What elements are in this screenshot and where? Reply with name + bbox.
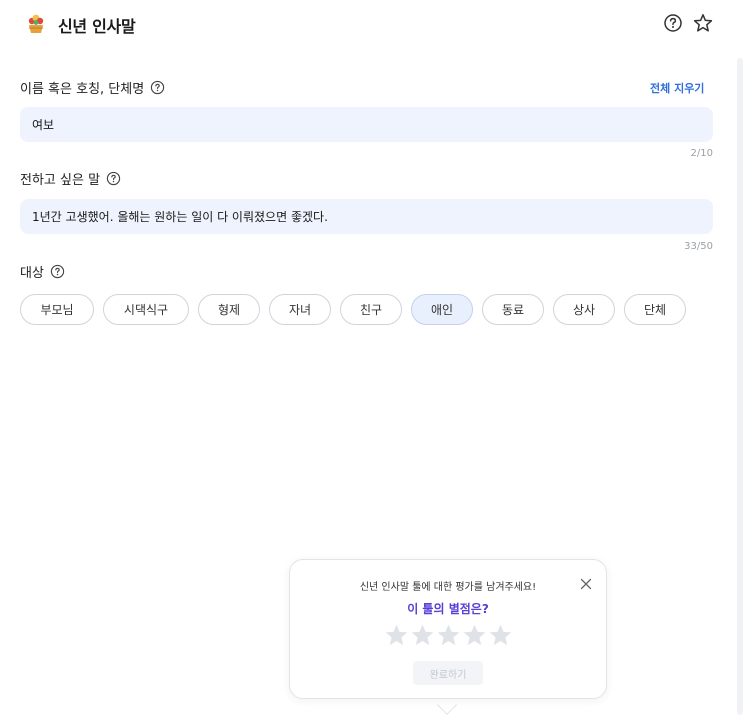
star-rating <box>384 623 513 648</box>
target-chip[interactable]: 친구 <box>340 294 402 325</box>
target-field-label-text: 대상 <box>20 266 44 281</box>
help-circle-icon[interactable] <box>150 80 165 95</box>
message-input[interactable]: 1년간 고생했어. 올해는 원하는 일이 다 이뤄졌으면 좋겠다. <box>20 199 713 234</box>
name-char-counter: 2/10 <box>690 148 713 159</box>
rating-popup-message: 신년 인사말 툴에 대한 평가를 남겨주세요! <box>359 582 537 593</box>
star-icon[interactable] <box>462 623 487 648</box>
rating-submit-button[interactable]: 완료하기 <box>413 661 483 685</box>
target-chip[interactable]: 단체 <box>624 294 686 325</box>
name-field-label-text: 이름 혹은 호칭, 단체명 <box>20 82 145 97</box>
target-field-label: 대상 <box>20 262 65 281</box>
rating-popup: 신년 인사말 툴에 대한 평가를 남겨주세요! 이 툴의 별점은? 완료하기 <box>289 559 607 699</box>
target-chip-group: 부모님 시댁식구 형제 자녀 친구 애인 동료 상사 단체 <box>20 294 686 325</box>
app-header: 신년 인사말 <box>0 0 743 48</box>
star-icon[interactable] <box>410 623 435 648</box>
target-chip[interactable]: 부모님 <box>20 294 94 325</box>
target-chip[interactable]: 형제 <box>198 294 260 325</box>
close-icon[interactable] <box>580 578 592 590</box>
star-outline-icon[interactable] <box>693 13 713 33</box>
clear-all-button[interactable]: 전체 지우기 <box>650 80 704 96</box>
target-chip[interactable]: 상사 <box>553 294 615 325</box>
star-icon[interactable] <box>436 623 461 648</box>
target-chip[interactable]: 시댁식구 <box>103 294 189 325</box>
message-char-counter: 33/50 <box>684 241 713 252</box>
scrollbar[interactable] <box>737 58 743 715</box>
target-chip[interactable]: 자녀 <box>269 294 331 325</box>
help-circle-icon[interactable] <box>663 13 683 33</box>
star-icon[interactable] <box>488 623 513 648</box>
message-field-label-text: 전하고 싶은 말 <box>20 173 101 188</box>
target-chip[interactable]: 동료 <box>482 294 544 325</box>
star-icon[interactable] <box>384 623 409 648</box>
message-field-label: 전하고 싶은 말 <box>20 169 121 188</box>
target-chip-selected[interactable]: 애인 <box>411 294 473 325</box>
app-title: 신년 인사말 <box>58 17 136 36</box>
name-field-label: 이름 혹은 호칭, 단체명 <box>20 78 165 97</box>
help-circle-icon[interactable] <box>50 264 65 279</box>
rating-question: 이 툴의 별점은? <box>407 602 489 616</box>
name-input[interactable]: 여보 <box>20 107 713 142</box>
help-circle-icon[interactable] <box>106 171 121 186</box>
flower-basket-logo-icon <box>28 14 44 33</box>
